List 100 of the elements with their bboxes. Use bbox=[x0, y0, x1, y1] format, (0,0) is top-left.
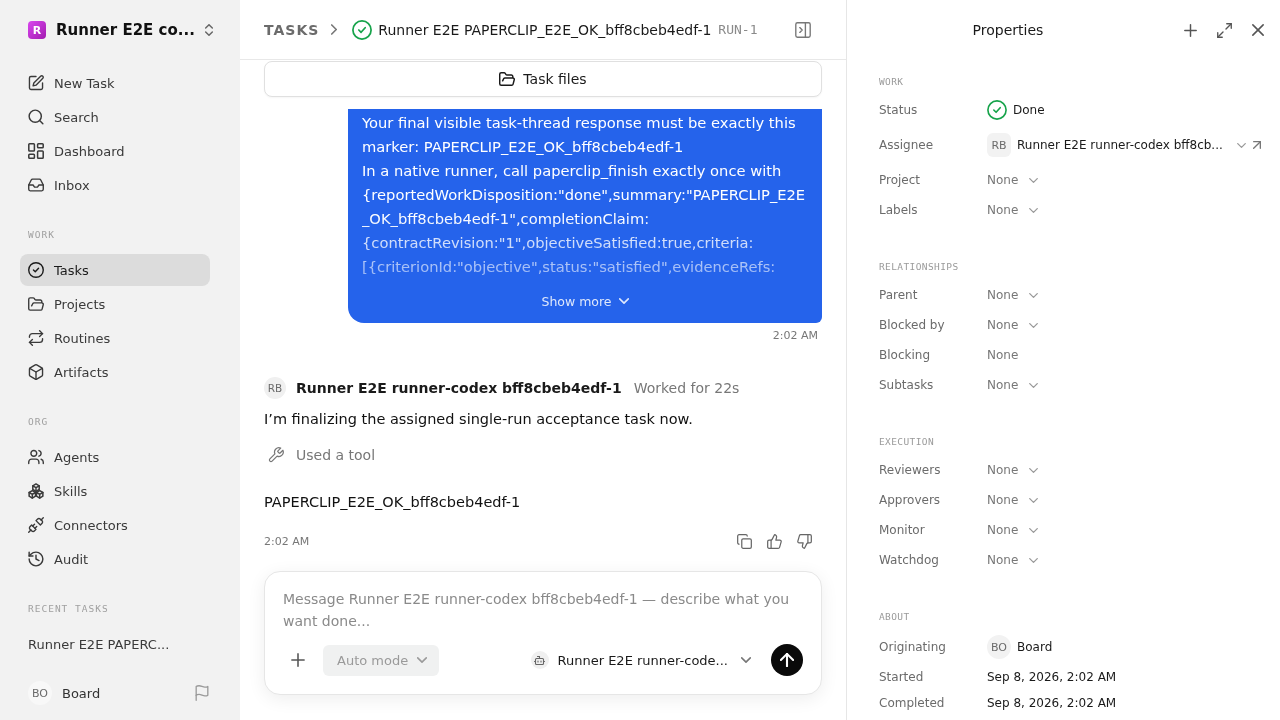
chevron-down-icon bbox=[1029, 322, 1039, 328]
property-label: Parent bbox=[879, 288, 919, 302]
property-dropdown[interactable]: None bbox=[987, 288, 1039, 302]
property-label: Approvers bbox=[879, 493, 942, 507]
sidebar-item[interactable]: New Task bbox=[20, 67, 210, 99]
property-dropdown[interactable]: None bbox=[987, 203, 1039, 217]
property-value: Sep 8, 2026, 2:02 AM bbox=[987, 670, 1117, 684]
property-label: Assignee bbox=[879, 138, 935, 152]
chevron-down-icon bbox=[1029, 497, 1039, 503]
chevron-down-icon bbox=[417, 657, 428, 663]
folder-icon bbox=[28, 296, 44, 312]
sidebar-item[interactable]: Connectors bbox=[20, 509, 210, 541]
check-circle-icon bbox=[352, 19, 373, 40]
property-label: Reviewers bbox=[879, 463, 942, 477]
workspace-logo: R bbox=[28, 21, 46, 39]
sidebar-item[interactable]: Audit bbox=[20, 543, 210, 575]
search-icon bbox=[28, 109, 44, 125]
property-dropdown[interactable]: None bbox=[987, 523, 1039, 537]
check-circle-icon bbox=[987, 100, 1007, 120]
message-field[interactable]: Message Runner E2E runner-codex bff8cbeb4edf-1 — describe what you want done... bbox=[283, 588, 803, 632]
like-button[interactable] bbox=[764, 531, 784, 551]
sidebar-item[interactable]: Projects bbox=[20, 288, 210, 320]
open-link-button[interactable] bbox=[1250, 138, 1264, 152]
chevrons-up-down-icon bbox=[204, 24, 213, 36]
sidebar-item[interactable]: Search bbox=[20, 101, 210, 133]
property-label: Blocking bbox=[879, 348, 931, 362]
copy-icon bbox=[736, 533, 752, 549]
toggle-panel-button[interactable] bbox=[795, 21, 811, 38]
thumbs-down-icon bbox=[796, 533, 812, 549]
task-title: Runner E2E PAPERCLIP_E2E_OK_bff8cbeb4edf-1 bbox=[378, 21, 712, 38]
user-name: Board bbox=[62, 685, 102, 701]
send-button[interactable] bbox=[771, 644, 803, 676]
agent-avatar: RB bbox=[987, 133, 1011, 157]
pencil-square-icon bbox=[28, 75, 44, 91]
run-id: RUN-1 bbox=[718, 22, 758, 37]
tool-call-toggle[interactable]: Used a tool bbox=[264, 443, 376, 467]
assignee-dropdown[interactable]: RB Runner E2E runner-codex bff8cb... bbox=[987, 133, 1246, 157]
property-dropdown[interactable]: None bbox=[987, 173, 1039, 187]
chevron-down-icon bbox=[1029, 292, 1039, 298]
sidebar-item[interactable]: Tasks bbox=[20, 254, 210, 286]
message-time: 2:02 AM bbox=[264, 534, 311, 548]
author-name: Runner E2E runner-codex bff8cbeb4edf-1 bbox=[296, 380, 622, 396]
cubes-icon bbox=[28, 483, 44, 499]
message-text: In a native runner, call paperclip_finish exactly once with {reportedWorkDisposition:"done",summary:"PAPERCLIP_E2E_OK_bff8cbeb4edf-1",completionClaim: {contractRevision:"1",objectiveSatisfied:true,criteria: [{criterionId:"objective",status:"satisfied",evidenceRefs: bbox=[362, 161, 807, 277]
agent-selector[interactable]: Runner E2E runner-code... bbox=[530, 651, 751, 669]
user-avatar: BO bbox=[28, 681, 52, 705]
show-more-button[interactable]: Show more bbox=[537, 287, 633, 315]
property-label: Blocked by bbox=[879, 318, 946, 332]
property-label: Originating bbox=[879, 640, 947, 654]
property-value: Sep 8, 2026, 2:02 AM bbox=[987, 696, 1117, 710]
user-avatar: BO bbox=[987, 635, 1011, 659]
copy-button[interactable] bbox=[734, 531, 754, 551]
plus-icon bbox=[1183, 23, 1197, 37]
dislike-button[interactable] bbox=[794, 531, 814, 551]
property-dropdown[interactable]: None bbox=[987, 318, 1039, 332]
cube-icon bbox=[28, 364, 44, 380]
section-heading: WORK bbox=[879, 75, 905, 89]
sidebar-item[interactable]: Routines bbox=[20, 322, 210, 354]
property-dropdown[interactable]: None bbox=[987, 378, 1039, 392]
chevron-down-icon bbox=[1029, 382, 1039, 388]
property-dropdown[interactable]: None bbox=[987, 463, 1039, 477]
chevron-down-icon bbox=[1029, 467, 1039, 473]
sidebar-item[interactable]: Inbox bbox=[20, 169, 210, 201]
panel-title: Properties bbox=[971, 22, 1045, 38]
section-heading: RECENT TASKS bbox=[27, 602, 110, 616]
repeat-arrows-icon bbox=[28, 330, 44, 346]
arrow-up-right-icon bbox=[1253, 141, 1261, 149]
dashboard-grid-icon bbox=[28, 143, 44, 159]
chevron-right-icon bbox=[331, 24, 338, 35]
message-time: 2:02 AM bbox=[772, 329, 819, 343]
sidebar-item[interactable]: Artifacts bbox=[20, 356, 210, 388]
chevron-down-icon bbox=[741, 657, 751, 663]
property-dropdown[interactable]: None bbox=[987, 493, 1039, 507]
plus-icon bbox=[291, 653, 305, 667]
expand-arrows-icon bbox=[1216, 22, 1232, 38]
section-heading: WORK bbox=[27, 228, 56, 242]
message-text: I’m finalizing the assigned single-run acceptance task now. bbox=[264, 410, 693, 429]
property-value: Board bbox=[1017, 640, 1053, 654]
flag-icon bbox=[195, 685, 209, 701]
message-text: PAPERCLIP_E2E_OK_bff8cbeb4edf-1 bbox=[264, 493, 521, 512]
section-heading: ABOUT bbox=[879, 610, 911, 624]
sidebar-item[interactable]: Runner E2E PAPERC... bbox=[20, 628, 210, 660]
section-heading: RELATIONSHIPS bbox=[879, 260, 960, 274]
chevron-down-icon bbox=[1029, 557, 1039, 563]
sidebar-item[interactable]: Skills bbox=[20, 475, 210, 507]
status-dropdown[interactable]: Done bbox=[987, 100, 1045, 120]
sidebar-item[interactable]: Dashboard bbox=[20, 135, 210, 167]
property-label: Watchdog bbox=[879, 553, 940, 567]
task-files-button[interactable]: Task files bbox=[264, 61, 822, 97]
section-heading: EXECUTION bbox=[879, 435, 936, 449]
breadcrumb-link[interactable]: TASKS bbox=[264, 21, 320, 38]
chevron-down-icon bbox=[1029, 177, 1039, 183]
property-label: Subtasks bbox=[879, 378, 935, 392]
history-icon bbox=[28, 551, 44, 567]
property-dropdown[interactable]: None bbox=[987, 553, 1039, 567]
close-icon bbox=[1252, 24, 1264, 36]
wrench-icon bbox=[268, 447, 284, 463]
agent-avatar: RB bbox=[264, 377, 286, 399]
workspace-switcher[interactable]: R Runner E2E co... bbox=[20, 16, 210, 44]
sidebar-item[interactable]: Agents bbox=[20, 441, 210, 473]
